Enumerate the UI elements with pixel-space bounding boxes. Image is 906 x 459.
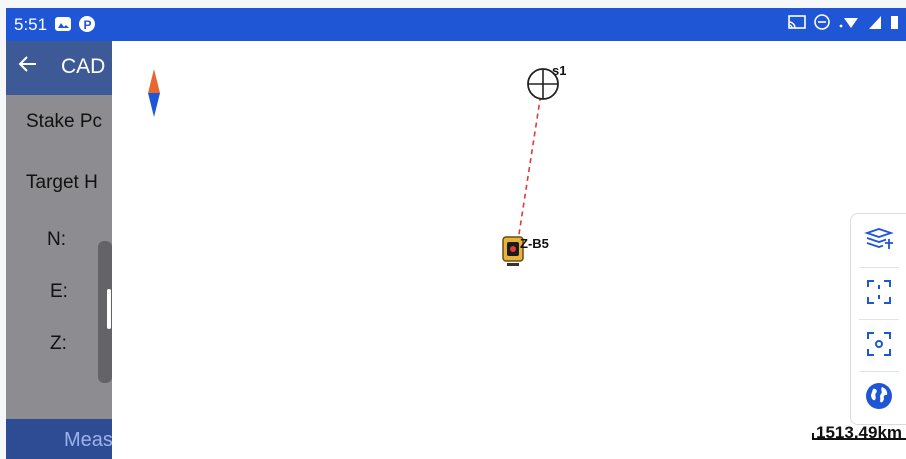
measure-button-label: Meas	[64, 429, 112, 451]
battery-icon	[890, 14, 898, 35]
z-label: Z:	[50, 333, 67, 354]
status-time: 5:51	[14, 15, 48, 34]
cast-icon	[788, 14, 806, 35]
globe-icon	[865, 382, 893, 415]
layers-button[interactable]	[851, 216, 906, 268]
panel-title: CAD	[61, 55, 106, 78]
scale-tick	[812, 433, 814, 440]
scale-label: 1513.49km	[816, 423, 903, 442]
measure-button[interactable]: Meas	[6, 419, 112, 459]
panel-header: CAD	[6, 41, 112, 95]
zoom-extents-icon	[866, 279, 892, 310]
layers-icon	[864, 227, 894, 258]
signal-icon	[868, 14, 882, 35]
map-canvas[interactable]: s1 Z-B5 1513.49km	[112, 41, 906, 459]
stake-point-label[interactable]: Stake Pc	[26, 111, 102, 133]
scale-line	[812, 438, 906, 440]
globe-button[interactable]	[851, 372, 906, 424]
map-toolbar	[850, 213, 906, 425]
do-not-disturb-icon	[814, 14, 830, 35]
stakeout-panel: CAD Stake Pc Target H N: E: Z: Meas	[6, 41, 112, 459]
target-height-label[interactable]: Target H	[26, 172, 98, 194]
status-bar: 5:51 P	[6, 8, 906, 41]
svg-text:P: P	[84, 18, 92, 32]
instrument-label: Z-B5	[520, 236, 549, 251]
wifi-icon	[838, 14, 860, 35]
target-point-label: s1	[552, 63, 567, 78]
panel-scroll-handle[interactable]	[107, 289, 111, 329]
panel-body: Stake Pc Target H N: E: Z:	[6, 95, 112, 419]
n-label: N:	[47, 229, 66, 250]
e-label: E:	[50, 281, 68, 302]
center-location-button[interactable]	[851, 320, 906, 372]
gallery-icon	[54, 15, 72, 33]
zoom-extents-button[interactable]	[851, 268, 906, 320]
back-arrow-icon[interactable]	[18, 54, 38, 74]
parking-icon: P	[78, 15, 96, 33]
center-location-icon	[866, 331, 892, 362]
